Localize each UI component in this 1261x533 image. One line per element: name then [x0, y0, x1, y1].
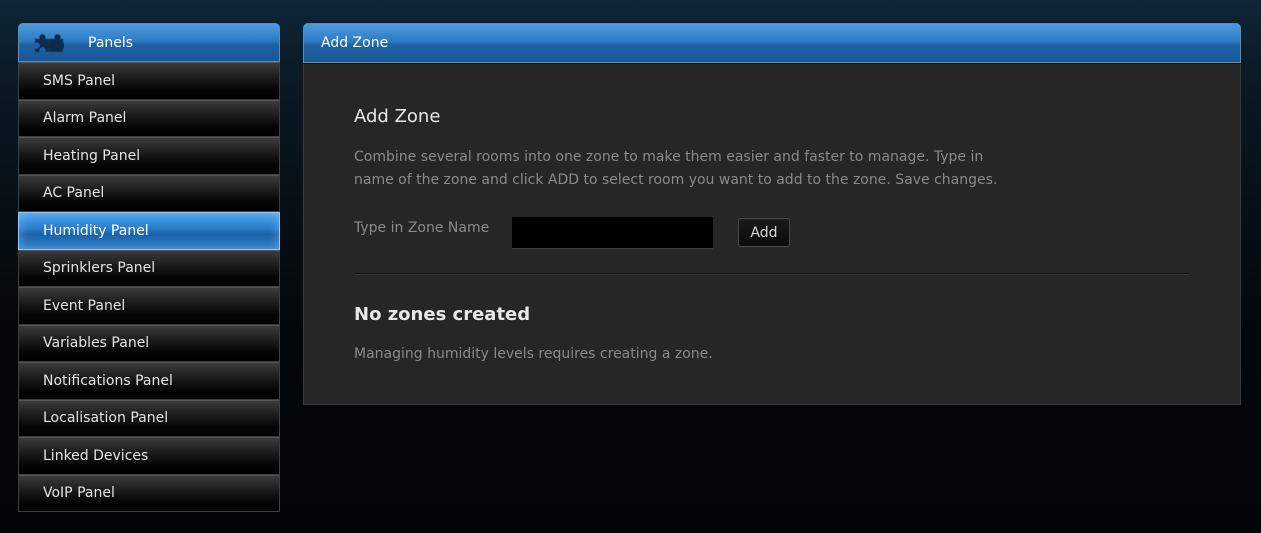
zones-status-title: No zones created — [354, 304, 531, 325]
zones-status-note: Managing humidity levels requires creati… — [354, 346, 713, 362]
section-description: Combine several rooms into one zone to m… — [354, 149, 998, 188]
add-zone-panel: Add Zone Add Zone Combine several rooms … — [303, 23, 1241, 405]
sidebar-title: Panels — [88, 34, 134, 51]
sidebar-item-humidity-panel[interactable]: Humidity Panel — [18, 212, 280, 250]
sidebar-item-variables-panel[interactable]: Variables Panel — [18, 324, 280, 362]
panels-sidebar: Panels SMS Panel Alarm Panel Heating Pan… — [18, 23, 280, 512]
puzzle-icon — [32, 32, 68, 54]
panel-header-title: Add Zone — [303, 23, 1241, 63]
sidebar-item-ac-panel[interactable]: AC Panel — [18, 174, 280, 212]
sidebar-menu: SMS Panel Alarm Panel Heating Panel AC P… — [18, 62, 280, 512]
sidebar-item-event-panel[interactable]: Event Panel — [18, 287, 280, 325]
sidebar-item-localisation-panel[interactable]: Localisation Panel — [18, 399, 280, 437]
section-title: Add Zone — [354, 106, 441, 127]
sidebar-header: Panels — [18, 23, 280, 62]
sidebar-item-linked-devices[interactable]: Linked Devices — [18, 437, 280, 475]
add-zone-button[interactable]: Add — [738, 218, 790, 247]
divider — [354, 273, 1190, 275]
sidebar-item-sms-panel[interactable]: SMS Panel — [18, 62, 280, 100]
zone-name-input[interactable] — [512, 217, 713, 249]
sidebar-item-heating-panel[interactable]: Heating Panel — [18, 137, 280, 175]
sidebar-item-alarm-panel[interactable]: Alarm Panel — [18, 99, 280, 137]
zone-name-label: Type in Zone Name — [354, 220, 490, 236]
sidebar-item-sprinklers-panel[interactable]: Sprinklers Panel — [18, 249, 280, 287]
sidebar-item-voip-panel[interactable]: VoIP Panel — [18, 474, 280, 512]
sidebar-item-notifications-panel[interactable]: Notifications Panel — [18, 362, 280, 400]
panel-body: Add Zone Combine several rooms into one … — [303, 63, 1241, 405]
